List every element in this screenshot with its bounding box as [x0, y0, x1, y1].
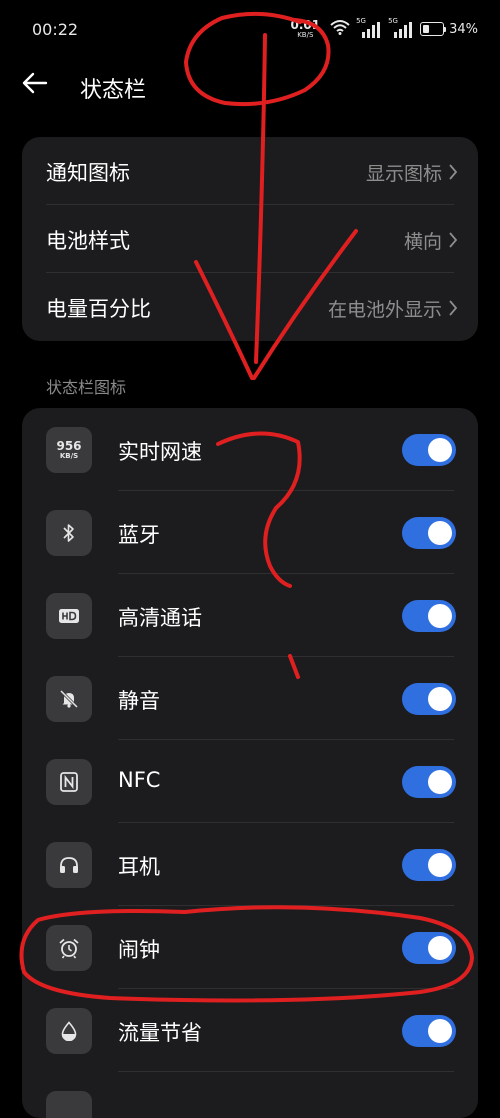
- setting-label: 通知图标: [46, 161, 130, 185]
- bluetooth-toggle[interactable]: [402, 517, 456, 549]
- toggle-knob: [428, 438, 452, 462]
- toggle-knob: [428, 604, 452, 628]
- hd-call-toggle[interactable]: [402, 600, 456, 632]
- net-speed-value: 0.01: [290, 18, 321, 32]
- icon-row-alarm: 闹钟: [22, 906, 478, 989]
- setting-battery-percentage[interactable]: 电量百分比 在电池外显示: [22, 273, 478, 341]
- battery-percentage: 34%: [449, 21, 478, 37]
- hd-icon: [46, 593, 92, 639]
- bluetooth-icon: [46, 510, 92, 556]
- alarm-clock-icon: [46, 925, 92, 971]
- status-bar-settings-card: 通知图标 显示图标 电池样式 横向 电量百分比 在电池外显示: [22, 137, 478, 341]
- net-speed-icon-unit: KB/S: [59, 452, 79, 460]
- toggle-knob: [428, 936, 452, 960]
- icon-row-label: 流量节省: [118, 1021, 202, 1045]
- icon-row-label: NFC: [118, 768, 161, 792]
- setting-notification-icons[interactable]: 通知图标 显示图标: [22, 137, 478, 205]
- data-saver-toggle[interactable]: [402, 1015, 456, 1047]
- icon-row-nfc: NFC: [22, 740, 478, 823]
- data-saver-icon: [46, 1008, 92, 1054]
- status-icons: 0.01 KB/S 5G 5G 34%: [290, 14, 478, 44]
- toggle-knob: [428, 770, 452, 794]
- icon-row-label: 闹钟: [118, 938, 160, 962]
- icon-row-label: 高清通话: [118, 606, 202, 630]
- headphones-icon: [46, 842, 92, 888]
- section-label-status-icons: 状态栏图标: [46, 378, 127, 397]
- icon-row-hd-call: 高清通话: [22, 574, 478, 657]
- icon-row-label: 蓝牙: [118, 523, 160, 547]
- status-time: 00:22: [32, 20, 79, 39]
- battery-indicator: 34%: [420, 22, 478, 37]
- icon-row-data-saver: 流量节省: [22, 989, 478, 1072]
- icon-row-next: [22, 1072, 478, 1118]
- net-speed-icon: 956 KB/S: [46, 427, 92, 473]
- toggle-knob: [428, 687, 452, 711]
- icon-row-label: 实时网速: [118, 440, 202, 464]
- setting-label: 电池样式: [46, 229, 130, 253]
- signal-sim1-icon: 5G: [356, 17, 382, 40]
- setting-battery-style[interactable]: 电池样式 横向: [22, 205, 478, 273]
- toggle-knob: [428, 853, 452, 877]
- net-speed-icon-value: 956: [56, 439, 82, 453]
- net-speed-unit: KB/S: [297, 31, 314, 39]
- alarm-toggle[interactable]: [402, 932, 456, 964]
- chevron-right-icon: [449, 300, 458, 316]
- headphones-toggle[interactable]: [402, 849, 456, 881]
- mute-toggle[interactable]: [402, 683, 456, 715]
- nfc-toggle[interactable]: [402, 766, 456, 798]
- toggle-knob: [428, 1019, 452, 1043]
- battery-level-fill: [423, 25, 429, 33]
- status-bar: 00:22 0.01 KB/S 5G 5G 34%: [0, 0, 500, 60]
- icon-row-bluetooth: 蓝牙: [22, 491, 478, 574]
- icon-row-headphones: 耳机: [22, 823, 478, 906]
- mute-bell-icon: [46, 676, 92, 722]
- chevron-right-icon: [449, 232, 458, 248]
- status-icons-card: 956 KB/S 实时网速 蓝牙 高清通话 静音 NFC 耳机 闹钟 流量节省: [22, 408, 478, 1118]
- setting-value: 横向: [403, 231, 442, 253]
- back-arrow-icon: [22, 72, 48, 94]
- wifi-icon: [330, 19, 350, 39]
- back-button[interactable]: [20, 68, 60, 104]
- page-header: 状态栏: [0, 60, 500, 112]
- icon-row-label: 静音: [118, 689, 160, 713]
- nfc-icon: [46, 759, 92, 805]
- net-speed-toggle[interactable]: [402, 434, 456, 466]
- icon-row-net-speed: 956 KB/S 实时网速: [22, 408, 478, 491]
- next-row-icon: [46, 1091, 92, 1118]
- battery-icon: [420, 22, 445, 36]
- setting-value: 在电池外显示: [327, 299, 442, 321]
- net-speed-indicator: 0.01 KB/S: [290, 19, 320, 39]
- page-title: 状态栏: [80, 78, 147, 103]
- chevron-right-icon: [449, 164, 458, 180]
- icon-row-label: 耳机: [118, 855, 160, 879]
- setting-value: 显示图标: [365, 163, 442, 185]
- icon-row-mute: 静音: [22, 657, 478, 740]
- signal-sim2-icon: 5G: [388, 17, 414, 40]
- toggle-knob: [428, 521, 452, 545]
- battery-cap: [444, 26, 447, 32]
- setting-label: 电量百分比: [46, 297, 151, 321]
